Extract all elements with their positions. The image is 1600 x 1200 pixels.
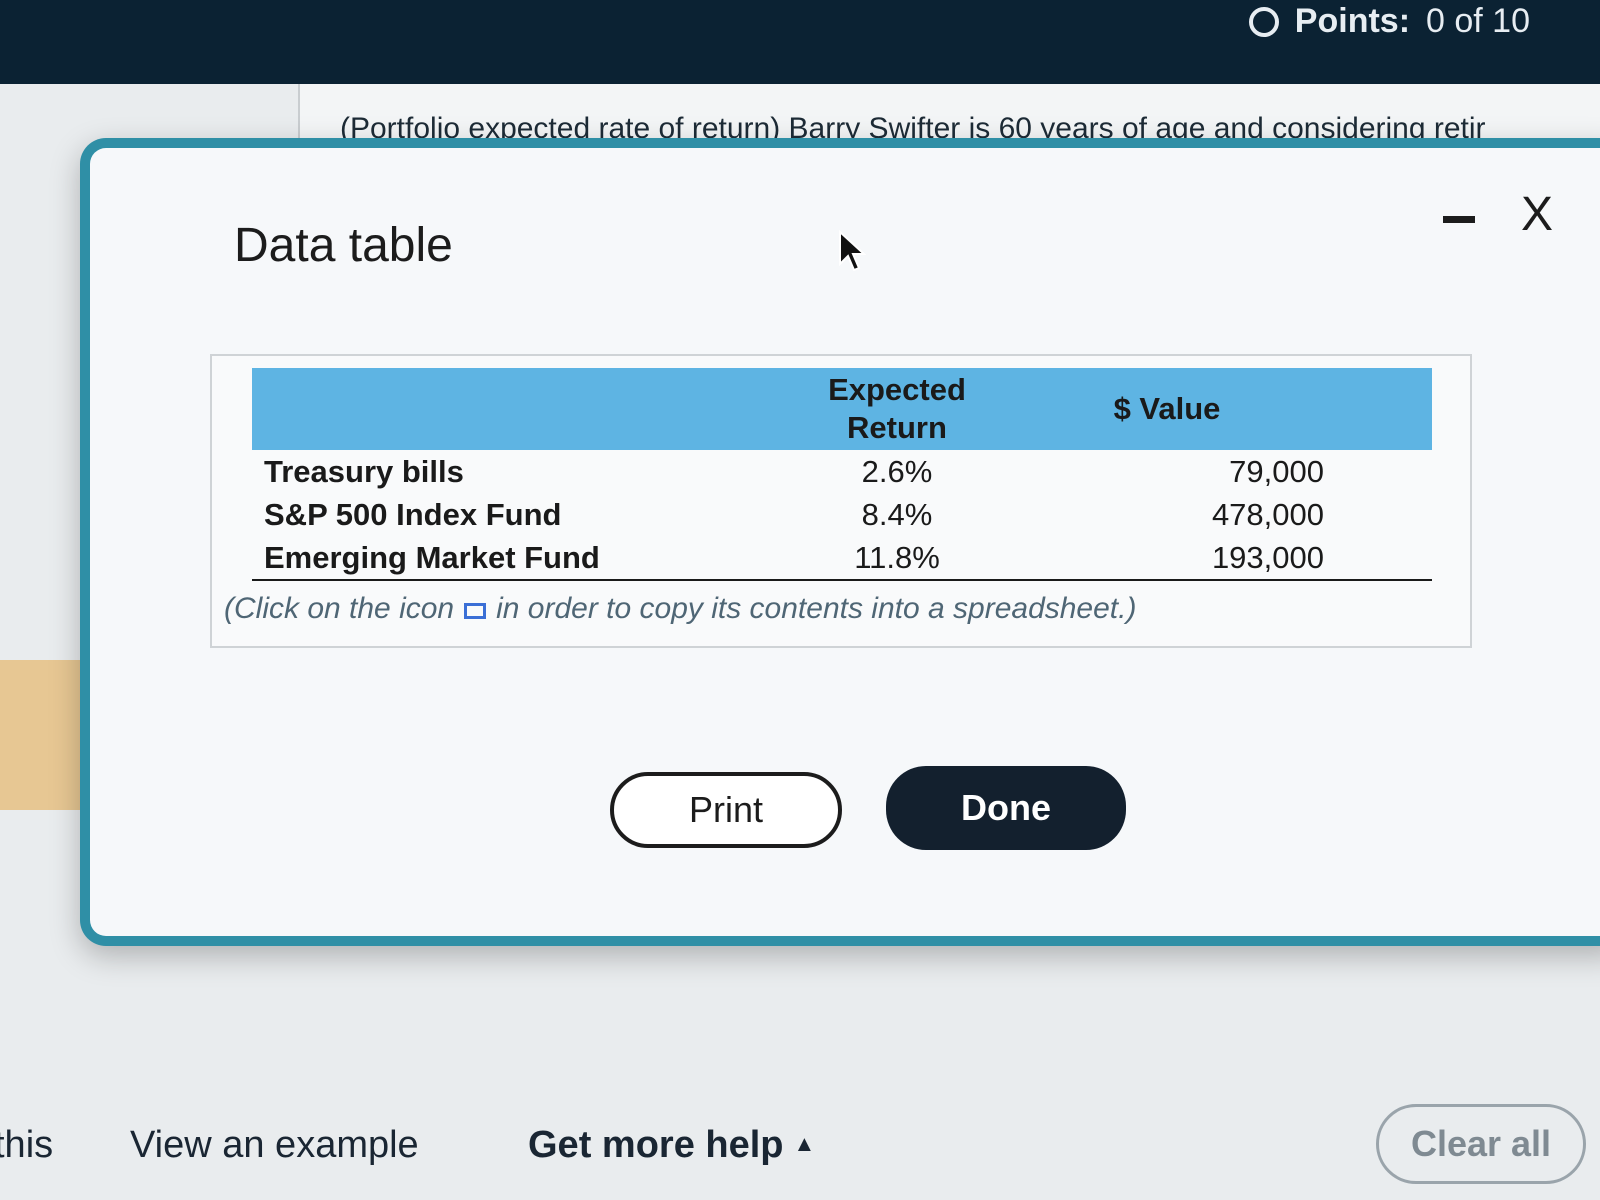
row-value: 79,000	[1229, 453, 1324, 489]
copy-note-after: in order to copy its contents into a spr…	[496, 592, 1137, 625]
get-more-help-link[interactable]: Get more help ▲	[528, 1124, 815, 1167]
table-row: Emerging Market Fund 11.8% 193,000	[252, 536, 1432, 581]
caret-up-icon: ▲	[793, 1131, 816, 1156]
mouse-cursor-icon	[839, 230, 866, 272]
copy-instruction: (Click on the icon in order to copy its …	[224, 592, 1136, 626]
row-name: Emerging Market Fund	[252, 536, 812, 581]
dialog-title: Data table	[234, 219, 453, 272]
row-value: 478,000	[1211, 496, 1324, 532]
table-header-row: Expected Return $ Value	[252, 368, 1432, 450]
get-more-help-label: Get more help	[528, 1124, 784, 1166]
status-circle-icon	[1248, 6, 1279, 37]
minimize-button[interactable]	[1442, 204, 1476, 234]
points-label: Points:	[1294, 2, 1411, 40]
row-expected-return: 2.6%	[861, 453, 933, 489]
top-header-bar: Points: 0 of 10	[0, 0, 1600, 84]
header-name	[252, 368, 812, 450]
row-name: S&P 500 Index Fund	[264, 496, 562, 532]
points-value: 0 of 10	[1426, 2, 1530, 40]
table-row: Treasury bills 2.6% 79,000	[252, 450, 1432, 493]
header-dollar-value: $ Value	[982, 368, 1432, 450]
page: Points: 0 of 10 (Portfolio expected rate…	[0, 0, 1600, 1200]
this-link[interactable]: this	[0, 1124, 53, 1167]
data-table: Expected Return $ Value Treasury bills 2…	[252, 368, 1432, 581]
row-expected-return: 11.8%	[812, 536, 982, 581]
header-expected-return-line2: Return	[847, 410, 947, 445]
data-table-container: Expected Return $ Value Treasury bills 2…	[210, 354, 1472, 648]
close-button[interactable]: X	[1512, 190, 1562, 240]
row-name: Treasury bills	[264, 453, 464, 489]
header-expected-return: Expected Return	[812, 368, 982, 450]
clear-all-button[interactable]: Clear all	[1376, 1104, 1586, 1184]
copy-to-spreadsheet-icon[interactable]	[464, 603, 487, 619]
view-example-link[interactable]: View an example	[130, 1124, 419, 1167]
done-button[interactable]: Done	[886, 766, 1126, 850]
copy-note-before: (Click on the icon	[224, 592, 455, 625]
points-indicator: Points: 0 of 10	[1248, 2, 1530, 41]
minimize-icon	[1443, 215, 1475, 223]
row-expected-return: 8.4%	[861, 496, 933, 532]
left-side-panel	[0, 660, 80, 810]
row-value: 193,000	[982, 536, 1432, 581]
header-expected-return-line1: Expected	[828, 372, 966, 407]
bottom-toolbar: this View an example Get more help ▲ Clea…	[0, 1080, 1600, 1200]
table-row: S&P 500 Index Fund 8.4% 478,000	[252, 493, 1432, 536]
print-button[interactable]: Print	[610, 772, 842, 848]
